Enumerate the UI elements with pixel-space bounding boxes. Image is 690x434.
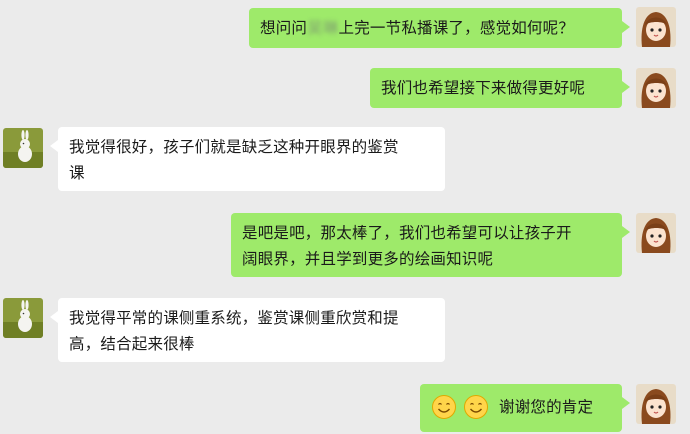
message-text: 想问问 bbox=[260, 19, 308, 37]
avatar-other[interactable] bbox=[3, 128, 43, 168]
girl-avatar-icon bbox=[636, 384, 676, 424]
rabbit-avatar-icon bbox=[3, 298, 43, 338]
girl-avatar-icon bbox=[636, 7, 676, 47]
message-bubble[interactable]: 是吧是吧，那太棒了，我们也希望可以让孩子开 阔眼界，并且学到更多的绘画知识呢 bbox=[231, 213, 630, 277]
avatar-other[interactable] bbox=[3, 298, 43, 338]
message-text: 谢谢您的肯定 bbox=[499, 398, 594, 416]
redacted-name: 吴琳 bbox=[307, 19, 339, 37]
smiley-icon bbox=[463, 394, 489, 420]
message-bubble[interactable]: 我觉得很好，孩子们就是缺乏这种开眼界的鉴赏 课 bbox=[50, 127, 445, 191]
message-bubble[interactable]: 想问问吴琳上完一节私播课了，感觉如何呢？ bbox=[249, 8, 630, 48]
girl-avatar-icon bbox=[636, 213, 676, 253]
message-text: 我们也希望接下来做得更好呢 bbox=[381, 79, 586, 97]
chat-conversation: 想问问吴琳上完一节私播课了，感觉如何呢？ 我们也希望接下来做得更好呢 我觉得很好… bbox=[0, 0, 690, 434]
message-line: 高，结合起来很棒 bbox=[69, 335, 195, 353]
avatar-self[interactable] bbox=[636, 213, 676, 253]
message-line: 我觉得平常的课侧重系统，鉴赏课侧重欣赏和提 bbox=[69, 309, 399, 327]
message-bubble[interactable]: 我觉得平常的课侧重系统，鉴赏课侧重欣赏和提 高，结合起来很棒 bbox=[50, 298, 445, 362]
message-line: 课 bbox=[69, 164, 85, 182]
message-text: 上完一节私播课了，感觉如何呢？ bbox=[338, 19, 575, 37]
girl-avatar-icon bbox=[636, 68, 676, 108]
message-line: 是吧是吧，那太棒了，我们也希望可以让孩子开 bbox=[242, 224, 572, 242]
avatar-self[interactable] bbox=[636, 384, 676, 424]
smiley-icon bbox=[431, 394, 457, 420]
message-line: 我觉得很好，孩子们就是缺乏这种开眼界的鉴赏 bbox=[69, 138, 399, 156]
avatar-self[interactable] bbox=[636, 7, 676, 47]
rabbit-avatar-icon bbox=[3, 128, 43, 168]
message-line: 阔眼界，并且学到更多的绘画知识呢 bbox=[242, 250, 494, 268]
message-bubble[interactable]: 谢谢您的肯定 bbox=[420, 384, 630, 432]
avatar-self[interactable] bbox=[636, 68, 676, 108]
message-bubble[interactable]: 我们也希望接下来做得更好呢 bbox=[370, 68, 630, 108]
